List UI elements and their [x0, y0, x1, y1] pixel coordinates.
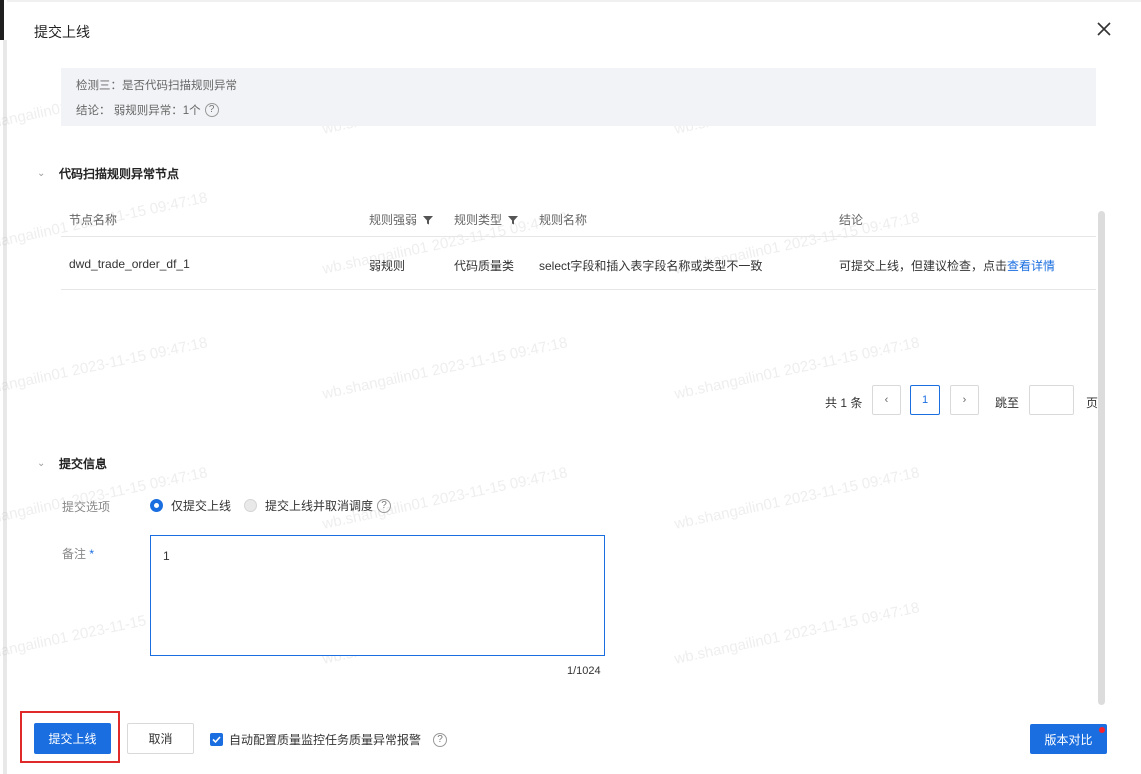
pagination-page-suffix: 页 [1086, 396, 1099, 410]
pagination-jump-input[interactable] [1029, 385, 1074, 415]
table-header: 节点名称 规则强弱 规则类型 规则名称 结论 [61, 200, 1096, 237]
watermark: wb.shangailin01 2023-11-15 09:47:18 [0, 334, 209, 403]
help-icon[interactable]: ? [433, 732, 448, 747]
radio-label: 提交上线并取消调度 [265, 499, 374, 513]
column-header-type[interactable]: 规则类型 [454, 211, 519, 228]
dialog-title: 提交上线 [34, 24, 90, 40]
cancel-button[interactable]: 取消 [127, 723, 194, 754]
notification-dot [1099, 727, 1105, 733]
required-mark: * [89, 547, 95, 561]
table-row: dwd_trade_order_df_1 弱规则 代码质量类 select字段和… [61, 237, 1096, 290]
check-title: 检测三：是否代码扫描规则异常 [76, 80, 237, 92]
submit-button[interactable]: 提交上线 [34, 723, 111, 754]
char-counter: 1/1024 [567, 665, 601, 677]
remark-label-text: 备注 [62, 547, 87, 561]
chevron-down-icon: ⌄ [37, 168, 46, 179]
watermark: wb.shangailin01 2023-11-15 09:47:18 [672, 599, 921, 668]
radio-submit-only[interactable]: 仅提交上线 [150, 497, 231, 514]
left-edge [0, 0, 7, 774]
auto-config-checkbox[interactable]: 自动配置质量监控任务质量异常报警 ? [210, 731, 448, 748]
help-icon[interactable]: ? [204, 103, 219, 117]
column-header-label: 规则强弱 [369, 213, 418, 227]
top-border [7, 0, 1141, 2]
pagination-prev-button[interactable]: ‹ [872, 385, 901, 415]
cell-node: dwd_trade_order_df_1 [69, 257, 190, 271]
column-header-label: 规则类型 [454, 213, 503, 227]
column-header-rule: 规则名称 [539, 213, 588, 227]
column-header-conclusion: 结论 [839, 213, 864, 227]
section-submit-info-header[interactable]: ⌄ 提交信息 [37, 455, 107, 472]
pagination-total: 共 1 条 [825, 396, 863, 410]
checkbox-checked-icon [210, 733, 223, 746]
filter-icon[interactable] [508, 214, 519, 228]
cell-strength: 弱规则 [369, 259, 406, 273]
section-title: 提交信息 [59, 457, 108, 471]
help-icon[interactable]: ? [377, 498, 392, 513]
pagination-jump-label: 跳至 [995, 396, 1020, 410]
radio-submit-and-cancel[interactable]: 提交上线并取消调度 ? [244, 497, 392, 514]
filter-icon[interactable] [423, 214, 434, 228]
chevron-down-icon: ⌄ [37, 458, 46, 469]
version-compare-button[interactable]: 版本对比 [1030, 724, 1107, 754]
pagination-page-1[interactable]: 1 [910, 385, 940, 415]
cell-type: 代码质量类 [454, 259, 515, 273]
close-icon[interactable] [1093, 18, 1115, 40]
cell-conclusion: 可提交上线，但建议检查，点击查看详情 [839, 257, 1055, 274]
radio-label: 仅提交上线 [171, 499, 232, 513]
submit-option-label: 提交选项 [62, 500, 111, 514]
check-conclusion: 结论： 弱规则异常：1个 ? [76, 102, 219, 118]
watermark: wb.shangailin01 2023-11-15 09:47:18 [320, 334, 569, 403]
cell-rule: select字段和插入表字段名称或类型不一致 [539, 259, 763, 273]
remark-label: 备注 * [62, 545, 94, 562]
view-details-link[interactable]: 查看详情 [1007, 259, 1055, 273]
section-scan-nodes-header[interactable]: ⌄ 代码扫描规则异常节点 [37, 165, 179, 182]
remark-textarea[interactable]: 1 [150, 535, 605, 656]
radio-checked-icon [150, 499, 163, 512]
radio-unchecked-icon [244, 499, 257, 512]
section-title: 代码扫描规则异常节点 [59, 167, 180, 181]
watermark: wb.shangailin01 2023-11-15 09:47:18 [672, 464, 921, 533]
scrollbar[interactable] [1098, 211, 1105, 705]
column-header-strength[interactable]: 规则强弱 [369, 211, 434, 228]
pagination-next-button[interactable]: › [950, 385, 979, 415]
column-header-node: 节点名称 [69, 213, 118, 227]
checkbox-label: 自动配置质量监控任务质量异常报警 [229, 733, 422, 747]
conclusion-text: 可提交上线，但建议检查，点击 [839, 259, 1008, 273]
check-conclusion-text: 结论： 弱规则异常：1个 [76, 105, 201, 117]
check-result-box: 检测三：是否代码扫描规则异常 结论： 弱规则异常：1个 ? [61, 68, 1096, 126]
